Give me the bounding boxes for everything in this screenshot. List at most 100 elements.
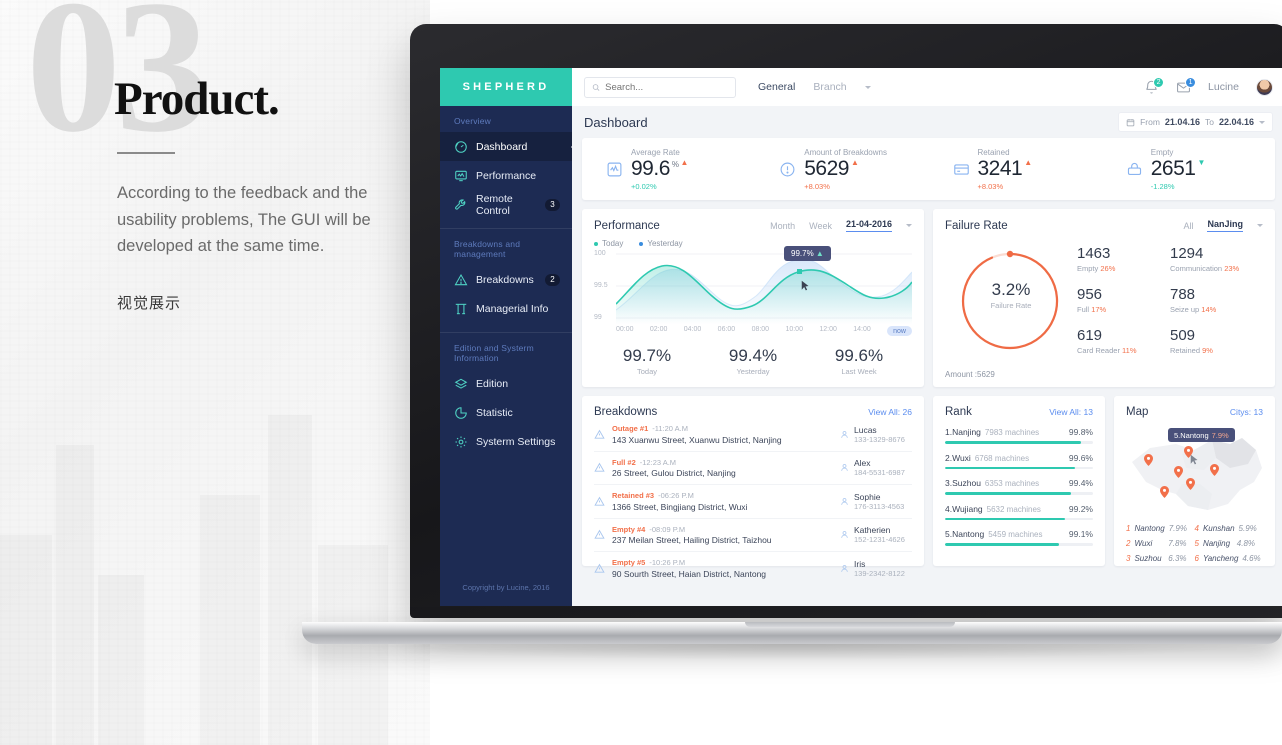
- failure-percent: 14%: [1201, 305, 1217, 314]
- map-pin-icon[interactable]: [1160, 486, 1169, 498]
- breakdown-contact-name: Katherien: [854, 525, 891, 536]
- list-item[interactable]: 3 Suzhou 6.3%: [1126, 554, 1195, 563]
- map-card: Map Citys: 13 5.Nantong 7.9% 1 Nantong 7…: [1114, 396, 1275, 566]
- list-item[interactable]: 2 Wuxi 7.8%: [1126, 539, 1195, 548]
- chevron-down-icon[interactable]: [864, 85, 871, 92]
- breakdown-address: 143 Xuanwu Street, Xuanwu District, Nanj…: [612, 434, 782, 445]
- laptop-base-notch: [745, 622, 955, 627]
- table-row[interactable]: Retained #3 -06:26 P.M 1366 Street, Bingj…: [594, 485, 912, 519]
- map-legend-city: Yancheng: [1202, 554, 1239, 563]
- notifications-button[interactable]: 2: [1144, 76, 1165, 95]
- table-row[interactable]: Full #2 -12:23 A.M 26 Street, Gulou Distr…: [594, 452, 912, 485]
- x-tick: 02:00: [649, 326, 668, 333]
- list-item[interactable]: 6 Yancheng 4.6%: [1195, 554, 1264, 563]
- sidebar-item-dashboard[interactable]: Dashboard: [440, 132, 572, 161]
- date-range-picker[interactable]: From 21.04.16 To 22.04.16: [1118, 112, 1273, 132]
- list-item[interactable]: 1.Nanjing 7983 machines 99.8%: [945, 427, 1093, 444]
- breakdown-type: Outage #1: [612, 424, 649, 433]
- sidebar-badge: 3: [545, 198, 560, 211]
- failure-count: 619: [1077, 327, 1103, 344]
- chevron-down-icon[interactable]: [1259, 120, 1265, 127]
- chevron-down-icon[interactable]: [1257, 224, 1263, 230]
- map-pin-icon[interactable]: [1210, 464, 1219, 476]
- sidebar: SHEPHERD Overview Dashboard Performance …: [440, 68, 572, 606]
- card-icon: [953, 163, 969, 175]
- tab-month[interactable]: Month: [770, 221, 795, 231]
- date-to-label: To: [1204, 117, 1214, 127]
- map-pin-icon[interactable]: [1174, 466, 1183, 478]
- x-tick: 04:00: [683, 326, 702, 333]
- legend-label: Today: [602, 239, 624, 248]
- tab-nanjing[interactable]: NanJing: [1207, 219, 1243, 232]
- failure-percent: 9%: [1202, 346, 1213, 355]
- messages-button[interactable]: 1: [1176, 76, 1197, 95]
- map-tooltip: 5.Nantong 7.9%: [1168, 428, 1235, 442]
- warning-triangle-icon: [594, 529, 605, 539]
- map-legend-percent: 4.6%: [1242, 554, 1261, 563]
- y-tick: 99.5: [594, 282, 608, 289]
- breakdowns-view-all[interactable]: View All: 26: [868, 407, 912, 417]
- monitor-chart-icon: [455, 170, 467, 181]
- map-legend-city: Wuxi: [1134, 539, 1153, 548]
- kpi-amount-of-breakdowns: Amount of Breakdowns 5629 ▲ +8.03%: [755, 138, 928, 200]
- summary-value: 99.6%: [834, 346, 884, 365]
- table-row[interactable]: Empty #4 -08:09 P.M 237 Meilan Street, Ha…: [594, 519, 912, 552]
- rank-percent: 99.8%: [1068, 427, 1093, 437]
- list-item[interactable]: 1 Nantong 7.9%: [1126, 524, 1195, 533]
- breakdown-type: Full #2: [612, 457, 636, 467]
- calendar-icon: [1126, 118, 1135, 126]
- map-pin-icon[interactable]: [1144, 454, 1153, 466]
- breakdown-address: 26 Street, Gulou District, Nanjing: [612, 468, 736, 478]
- search-box[interactable]: [584, 76, 736, 98]
- sidebar-item-managerial-info[interactable]: Managerial Info: [440, 294, 572, 323]
- mouse-cursor-icon: [1190, 454, 1198, 465]
- table-row[interactable]: Empty #5 -10:26 P.M 90 Sourth Street, Hai…: [594, 552, 912, 585]
- user-icon: [841, 464, 848, 472]
- legend-dot: [639, 241, 644, 246]
- sidebar-item-systerm-settings[interactable]: Systerm Settings: [440, 427, 572, 456]
- search-icon: [592, 83, 600, 91]
- sidebar-item-edition[interactable]: Edition: [440, 369, 572, 398]
- kpi-trend-arrow: ▲: [1024, 157, 1032, 167]
- map-legend-city: Nantong: [1134, 524, 1165, 533]
- list-item[interactable]: 2.Wuxi 6768 machines 99.6%: [945, 452, 1093, 469]
- sidebar-item-label: Dashboard: [476, 140, 528, 153]
- map-pin-icon[interactable]: [1186, 478, 1195, 490]
- tab-branch[interactable]: Branch: [813, 81, 846, 93]
- table-row[interactable]: Outage #1 -11:20 A.M 143 Xuanwu Street, X…: [594, 418, 912, 452]
- pulse-box-icon: [607, 162, 622, 176]
- sidebar-item-performance[interactable]: Performance: [440, 161, 572, 190]
- avatar[interactable]: [1256, 78, 1273, 96]
- breakdown-type: Empty #4: [612, 524, 646, 534]
- tab-all[interactable]: All: [1183, 221, 1193, 231]
- chevron-down-icon[interactable]: [906, 224, 912, 230]
- failure-donut: 3.2% Failure Rate: [945, 246, 1077, 369]
- failure-count: 1294: [1170, 245, 1204, 262]
- now-pill[interactable]: now: [887, 326, 912, 336]
- search-input[interactable]: [605, 81, 728, 93]
- summary-last-week: 99.6% Last Week: [806, 346, 912, 376]
- map-cities-count: Citys: 13: [1229, 407, 1263, 417]
- sidebar-item-statistic[interactable]: Statistic: [440, 398, 572, 427]
- map-visualization[interactable]: 5.Nantong 7.9%: [1126, 424, 1263, 520]
- sidebar-item-breakdowns[interactable]: Breakdowns 2: [440, 265, 572, 294]
- breakdown-type: Empty #5: [612, 558, 646, 567]
- list-item[interactable]: 5 Nanjing 4.8%: [1195, 539, 1264, 548]
- tab-week[interactable]: Week: [809, 221, 832, 231]
- rank-city: 2.Wuxi: [945, 452, 971, 463]
- list-item[interactable]: 4.Wujiang 5632 machines 99.2%: [945, 504, 1093, 520]
- tab-general[interactable]: General: [758, 81, 795, 93]
- list-item[interactable]: 3.Suzhou 6353 machines 99.4%: [945, 478, 1093, 495]
- tab-date[interactable]: 21-04-2016: [845, 219, 892, 232]
- list-item[interactable]: 5.Nantong 5459 machines 99.1%: [945, 529, 1093, 546]
- kpi-trend-arrow: ▲: [850, 157, 859, 167]
- failure-rate-body: 3.2% Failure Rate 1463 Empty 26% 1294 Co…: [945, 246, 1263, 369]
- sidebar-item-remote-control[interactable]: Remote Control 3: [440, 190, 572, 219]
- failure-percent: 17%: [1091, 305, 1107, 314]
- failure-item-card-reader: 619 Card Reader 11%: [1077, 328, 1170, 355]
- user-icon: [841, 564, 848, 572]
- list-item[interactable]: 4 Kunshan 5.9%: [1195, 524, 1264, 533]
- failure-category: Empty: [1077, 264, 1099, 273]
- rank-view-all[interactable]: View All: 13: [1049, 407, 1093, 417]
- user-name[interactable]: Lucine: [1208, 81, 1239, 93]
